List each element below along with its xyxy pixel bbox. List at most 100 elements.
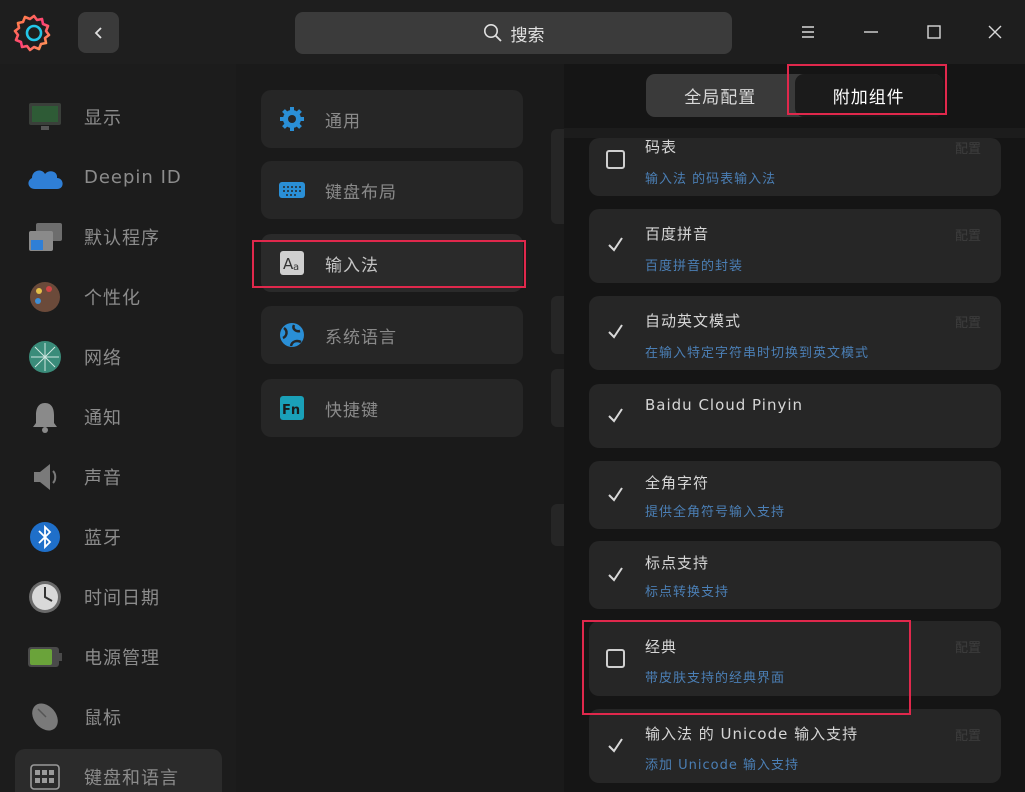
plugin-name: 自动英文模式 <box>645 312 742 330</box>
plugin-description: 百度拼音的封装 <box>645 259 744 274</box>
checkmark-icon <box>608 567 623 582</box>
plugin-item-baidu-pinyin: 百度拼音 百度拼音的封装 配置 <box>589 209 1001 283</box>
sidebar-item-keyboard-language[interactable]: 键盘和语言 <box>15 749 222 792</box>
plugin-item-unicode: 输入法 的 Unicode 输入支持 添加 Unicode 输入支持 配置 <box>589 709 1001 783</box>
clock-icon <box>25 577 65 617</box>
plugin-description: 标点转换支持 <box>645 585 730 600</box>
back-button[interactable] <box>78 12 119 53</box>
sidebar-item-label: 键盘和语言 <box>84 768 179 789</box>
speaker-icon <box>25 457 65 497</box>
search-placeholder: 搜索 <box>510 25 545 46</box>
plugin-checkbox[interactable] <box>606 322 625 341</box>
category-item-label: 快捷键 <box>325 400 379 421</box>
plugin-config-button[interactable]: 配置 <box>955 637 981 656</box>
checkmark-icon <box>608 738 623 753</box>
sidebar-item-label: 时间日期 <box>84 588 160 609</box>
underlying-panel-edge <box>551 369 564 427</box>
sidebar-item-label: 默认程序 <box>84 228 160 249</box>
battery-icon <box>25 637 65 677</box>
close-button[interactable] <box>980 16 1010 48</box>
checkmark-icon <box>608 237 623 252</box>
category-item-input-method[interactable]: Aa 输入法 <box>261 234 523 292</box>
sidebar-item-display[interactable]: 显示 <box>15 89 222 145</box>
sidebar-item-mouse[interactable]: 鼠标 <box>15 689 222 745</box>
svg-text:a: a <box>293 262 299 273</box>
plugin-checkbox[interactable] <box>606 736 625 755</box>
plugin-name: 标点支持 <box>645 554 710 572</box>
plugin-checkbox[interactable] <box>606 649 625 668</box>
search-input[interactable]: 搜索 <box>295 12 732 54</box>
plugin-config-button[interactable]: 配置 <box>955 725 981 744</box>
title-bar: 搜索 <box>0 0 1025 64</box>
svg-text:Fn: Fn <box>282 403 300 418</box>
plugin-config-button[interactable]: 配置 <box>955 225 981 244</box>
sidebar-item-sound[interactable]: 声音 <box>15 449 222 505</box>
sidebar-item-datetime[interactable]: 时间日期 <box>15 569 222 625</box>
fn-key-icon: Fn <box>278 394 306 422</box>
plugin-checkbox[interactable] <box>606 150 625 169</box>
sidebar-item-deepin-id[interactable]: Deepin ID <box>15 149 222 205</box>
sidebar-item-label: 个性化 <box>84 288 141 309</box>
plugin-name: 输入法 的 Unicode 输入支持 <box>645 725 859 743</box>
plugin-name: 码表 <box>645 138 678 156</box>
plugin-name: 全角字符 <box>645 474 710 492</box>
settings-app-icon <box>13 12 55 54</box>
bell-icon <box>25 397 65 437</box>
mouse-icon <box>25 697 65 737</box>
input-method-icon: Aa <box>278 249 306 277</box>
menu-button[interactable] <box>793 16 823 48</box>
tab-global-config[interactable]: 全局配置 <box>646 74 795 117</box>
sidebar-item-notification[interactable]: 通知 <box>15 389 222 445</box>
plugin-description: 输入法 的码表输入法 <box>645 172 777 187</box>
plugin-checkbox[interactable] <box>606 565 625 584</box>
plugin-checkbox[interactable] <box>606 235 625 254</box>
plugin-item-fullwidth: 全角字符 提供全角符号输入支持 <box>589 461 1001 529</box>
search-icon <box>483 24 502 42</box>
sidebar-item-label: Deepin ID <box>84 166 182 188</box>
keyboard-layout-icon <box>278 176 306 204</box>
category-item-label: 键盘布局 <box>325 182 397 203</box>
underlying-panel-edge <box>551 296 564 354</box>
plugin-description: 添加 Unicode 输入支持 <box>645 758 799 773</box>
plugin-name: 经典 <box>645 638 678 656</box>
category-item-shortcuts[interactable]: Fn 快捷键 <box>261 379 523 437</box>
plugin-description: 带皮肤支持的经典界面 <box>645 671 786 686</box>
minimize-icon <box>864 31 878 33</box>
sidebar-item-label: 网络 <box>84 348 122 369</box>
plugin-config-button[interactable]: 配置 <box>955 138 981 157</box>
sidebar-item-network[interactable]: 网络 <box>15 329 222 385</box>
sidebar-item-bluetooth[interactable]: 蓝牙 <box>15 509 222 565</box>
tab-addons[interactable]: 附加组件 <box>794 74 943 117</box>
sidebar-item-label: 鼠标 <box>84 708 122 729</box>
checkmark-icon <box>608 408 623 423</box>
plugin-description: 提供全角符号输入支持 <box>645 505 786 520</box>
personalization-icon <box>25 277 65 317</box>
plugin-checkbox[interactable] <box>606 406 625 425</box>
category-item-system-language[interactable]: 系统语言 <box>261 306 523 364</box>
category-item-general[interactable]: 通用 <box>261 90 523 148</box>
sidebar-item-power[interactable]: 电源管理 <box>15 629 222 685</box>
sidebar-item-label: 通知 <box>84 408 122 429</box>
list-divider <box>564 128 1025 138</box>
network-icon <box>25 337 65 377</box>
sidebar-item-default-apps[interactable]: 默认程序 <box>15 209 222 265</box>
plugin-name: Baidu Cloud Pinyin <box>645 396 804 414</box>
sidebar-item-personalization[interactable]: 个性化 <box>15 269 222 325</box>
plugin-config-button[interactable]: 配置 <box>955 312 981 331</box>
underlying-panel-edge <box>551 129 564 224</box>
default-apps-icon <box>25 217 65 257</box>
gear-icon <box>278 105 306 133</box>
category-item-label: 通用 <box>325 111 361 132</box>
plugin-item-table: 码表 输入法 的码表输入法 配置 <box>589 138 1001 196</box>
maximize-button[interactable] <box>919 16 949 48</box>
category-item-keyboard-layout[interactable]: 键盘布局 <box>261 161 523 219</box>
sidebar-item-label: 蓝牙 <box>84 528 122 549</box>
minimize-button[interactable] <box>856 16 886 48</box>
cloud-icon <box>25 157 65 197</box>
globe-icon <box>278 321 306 349</box>
hamburger-menu-icon <box>802 26 814 38</box>
plugin-description: 在输入特定字符串时切换到英文模式 <box>645 346 870 361</box>
plugin-checkbox[interactable] <box>606 485 625 504</box>
plugin-item-classic-ui: 经典 带皮肤支持的经典界面 配置 <box>589 621 1001 696</box>
sidebar: 显示 Deepin ID 默认程序 个性化 网络 通知 声音 蓝牙 时间日期 电… <box>0 64 236 792</box>
